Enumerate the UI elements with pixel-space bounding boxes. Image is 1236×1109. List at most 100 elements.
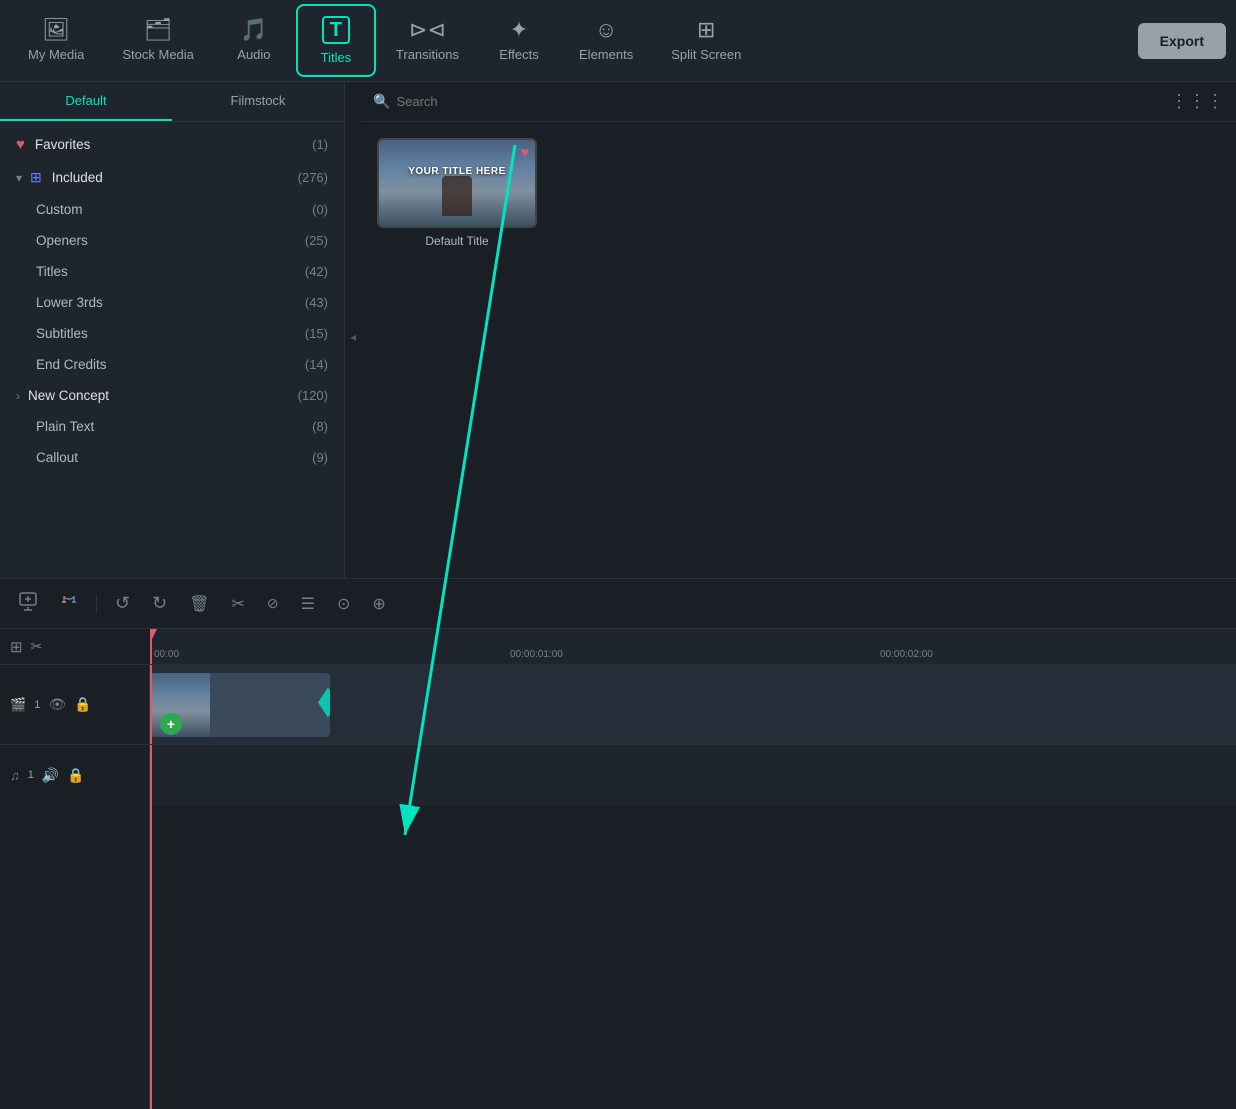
playhead-ruler [150, 629, 152, 664]
tab-default-label: Default [65, 93, 106, 108]
sidebar-item-included[interactable]: ▾ ⊞ Included (276) [0, 161, 344, 194]
toolbar-btn-transitions[interactable]: ⊳⊲ Transitions [378, 9, 477, 72]
sidebar-item-custom[interactable]: Custom (0) [0, 194, 344, 225]
title-label-default: Default Title [425, 234, 488, 248]
timeline-ruler[interactable]: 00:00 00:00:01:00 00:00:02:00 [150, 629, 1236, 664]
lower3rds-count: (43) [305, 295, 328, 310]
toolbar-btn-titles[interactable]: T Titles [296, 4, 376, 77]
end-credits-count: (14) [305, 357, 328, 372]
video-track-1: 🎬 1 👁 🔒 + [0, 665, 1236, 745]
custom-count: (0) [312, 202, 328, 217]
sidebar-item-openers[interactable]: Openers (25) [0, 225, 344, 256]
timestamp-1: 00:00:01:00 [510, 649, 563, 660]
content-area: 🔍 ⋮⋮⋮ YOUR TITLE HERE ♥ Default Title [361, 82, 1236, 591]
title-thumb-text: YOUR TITLE HERE [379, 166, 535, 177]
sidebar-list: ♥ Favorites (1) ▾ ⊞ Included (276) Custo… [0, 122, 344, 479]
delete-button[interactable]: 🗑 [185, 590, 213, 618]
end-credits-label: End Credits [36, 357, 107, 372]
add-clip-icon[interactable]: + [160, 713, 182, 735]
title-card-default[interactable]: YOUR TITLE HERE ♥ Default Title [377, 138, 537, 248]
video-track-controls: 🎬 1 👁 🔒 [0, 665, 150, 744]
lock-icon[interactable]: 🔒 [74, 696, 91, 713]
tab-filmstock[interactable]: Filmstock [172, 82, 344, 121]
export-button[interactable]: Export [1138, 23, 1226, 59]
sidebar: Default Filmstock ♥ Favorites (1) ▾ ⊞ In… [0, 82, 345, 591]
toolbar-btn-elements[interactable]: ☺ Elements [561, 9, 651, 72]
sidebar-item-plain-text[interactable]: Plain Text (8) [0, 411, 344, 442]
tab-default[interactable]: Default [0, 82, 172, 121]
scene-person [442, 176, 472, 216]
search-icon: 🔍 [373, 93, 390, 110]
stamp-button[interactable]: ⊙ [333, 590, 354, 618]
timeline-ruler-area: ⊞ ✂ 00:00 00:00:01:00 00:00:02:00 [0, 629, 1236, 665]
tab-filmstock-label: Filmstock [231, 93, 286, 108]
plain-text-count: (8) [312, 419, 328, 434]
toolbar-divider [96, 594, 97, 614]
track-num-1: 1 [34, 699, 40, 711]
menu-button[interactable]: ☰ [297, 590, 319, 618]
redo-button[interactable]: ↻ [148, 589, 171, 618]
collapse-icon: ◂ [350, 330, 356, 344]
favorite-heart-icon: ♥ [521, 144, 529, 160]
grid-toggle-icon[interactable]: ⋮⋮⋮ [1170, 91, 1224, 112]
volume-icon[interactable]: 🔊 [42, 767, 59, 784]
eye-icon[interactable]: 👁 [48, 696, 66, 713]
audio-track-1: ♫ 1 🔊 🔒 [0, 745, 1236, 805]
panel-area: Default Filmstock ♥ Favorites (1) ▾ ⊞ In… [0, 82, 1236, 592]
included-count: (276) [298, 170, 328, 185]
unlink-button[interactable]: ⊘ [263, 591, 283, 616]
chevron-right-icon: › [16, 389, 20, 403]
titles-sub-count: (42) [305, 264, 328, 279]
toolbar-btn-stock-media[interactable]: 🗂 Stock Media [104, 9, 212, 72]
add-media-button[interactable] [14, 587, 42, 620]
sidebar-item-favorites[interactable]: ♥ Favorites (1) [0, 128, 344, 161]
audio-lock-icon[interactable]: 🔒 [67, 767, 84, 784]
sidebar-item-subtitles[interactable]: Subtitles (15) [0, 318, 344, 349]
split-screen-icon: ⊞ [697, 19, 715, 41]
toolbar-btn-my-media[interactable]: 🖼 My Media [10, 9, 102, 72]
heart-icon: ♥ [16, 136, 25, 153]
timeline-tracks: 🎬 1 👁 🔒 + [0, 665, 1236, 1109]
search-input[interactable] [396, 94, 1170, 109]
skip-button[interactable]: ⊕ [368, 590, 389, 618]
timeline-area: ↺ ↻ 🗑 ✂ ⊘ ☰ ⊙ ⊕ ⊞ ✂ 00:00 00:00:01:00 00… [0, 578, 1236, 1108]
timeline-content-empty [150, 805, 1236, 1109]
audio-track-content[interactable] [150, 745, 1236, 805]
search-bar: 🔍 ⋮⋮⋮ [361, 82, 1236, 122]
video-clip-1[interactable]: + [150, 673, 330, 737]
toolbar-btn-audio[interactable]: 🎵 Audio [214, 9, 294, 72]
toolbar-btn-split-screen[interactable]: ⊞ Split Screen [653, 9, 759, 72]
stock-media-icon: 🗂 [144, 19, 172, 41]
timestamp-0: 00:00 [154, 649, 179, 660]
sidebar-item-new-concept[interactable]: › New Concept (120) [0, 380, 344, 411]
sidebar-item-callout[interactable]: Callout (9) [0, 442, 344, 473]
sidebar-item-end-credits[interactable]: End Credits (14) [0, 349, 344, 380]
scissors-icon[interactable]: ✂ [31, 638, 43, 655]
callout-label: Callout [36, 450, 78, 465]
callout-count: (9) [312, 450, 328, 465]
audio-track-controls: ♫ 1 🔊 🔒 [0, 745, 150, 805]
add-track-icon[interactable]: ⊞ [10, 638, 23, 656]
track-controls-empty [0, 805, 150, 1109]
toolbar-label-elements: Elements [579, 47, 633, 62]
undo-button[interactable]: ↺ [111, 589, 134, 618]
sidebar-item-titles[interactable]: Titles (42) [0, 256, 344, 287]
sidebar-item-lower3rds[interactable]: Lower 3rds (43) [0, 287, 344, 318]
title-thumbnail: YOUR TITLE HERE ♥ [377, 138, 537, 228]
toolbar-label-transitions: Transitions [396, 47, 459, 62]
main-toolbar: 🖼 My Media 🗂 Stock Media 🎵 Audio T Title… [0, 0, 1236, 82]
toolbar-btn-effects[interactable]: ✦ Effects [479, 9, 559, 72]
elements-icon: ☺ [595, 19, 617, 41]
my-media-icon: 🖼 [42, 19, 70, 41]
titles-icon: T [322, 16, 350, 44]
timestamp-2: 00:00:02:00 [880, 649, 933, 660]
toolbar-label-effects: Effects [499, 47, 539, 62]
video-track-content[interactable]: + [150, 665, 1236, 744]
magnet-button[interactable] [56, 588, 82, 619]
cut-button[interactable]: ✂ [228, 590, 249, 618]
included-label: Included [52, 170, 103, 185]
collapse-handle[interactable]: ◂ [345, 82, 361, 591]
toolbar-label-titles: Titles [321, 50, 352, 65]
openers-count: (25) [305, 233, 328, 248]
toolbar-label-audio: Audio [237, 47, 270, 62]
